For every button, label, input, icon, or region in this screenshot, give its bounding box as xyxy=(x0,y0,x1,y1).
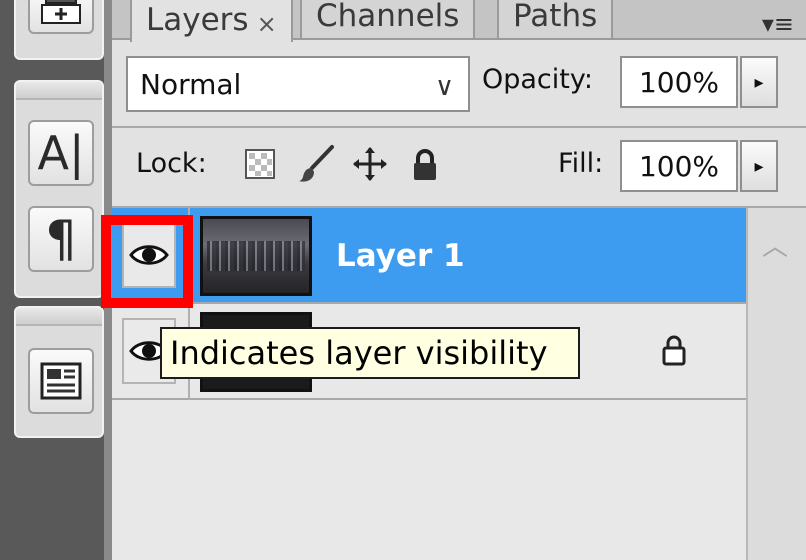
lock-transparent-pixels-icon[interactable] xyxy=(242,146,278,182)
layers-list: Layer 1 xyxy=(112,208,746,560)
tool-strip: A| ¶ xyxy=(0,0,112,560)
layer-thumbnail[interactable] xyxy=(200,216,312,296)
tooltip: Indicates layer visibility xyxy=(160,327,580,379)
tool-group-grip[interactable] xyxy=(16,82,102,100)
tab-channels[interactable]: Channels xyxy=(300,0,476,38)
layer-name[interactable]: Layer 1 xyxy=(336,238,465,274)
layers-panel: Layers × Channels Paths ▾≡ Normal ∨ Opac… xyxy=(112,0,806,560)
paragraph-panel-button[interactable]: ¶ xyxy=(28,206,94,272)
highlight-annotation-box xyxy=(101,215,193,308)
lock-position-move-icon[interactable] xyxy=(350,144,390,184)
opacity-field[interactable]: 100% xyxy=(620,56,738,108)
fill-stepper-button[interactable]: ▸ xyxy=(740,140,778,192)
blend-mode-value: Normal xyxy=(140,67,242,101)
lock-image-pixels-brush-icon[interactable] xyxy=(294,142,338,186)
layer-locked-icon xyxy=(660,334,688,370)
fill-label: Fill: xyxy=(558,148,604,179)
tab-channels-label: Channels xyxy=(316,0,460,34)
panel-menu-icon[interactable]: ▾≡ xyxy=(762,10,794,38)
opacity-stepper-button[interactable]: ▸ xyxy=(740,56,778,108)
panel-tab-bar: Layers × Channels Paths ▾≡ xyxy=(112,0,806,42)
divider xyxy=(112,126,806,128)
character-panel-button[interactable]: A| xyxy=(28,120,94,186)
lock-label: Lock: xyxy=(136,148,207,179)
tab-layers-label: Layers xyxy=(146,2,249,38)
tooltip-text: Indicates layer visibility xyxy=(170,334,548,372)
scroll-up-icon[interactable]: ︿ xyxy=(762,226,788,263)
tool-group-bottom xyxy=(14,306,104,438)
fill-field[interactable]: 100% xyxy=(620,140,738,192)
tab-paths-label: Paths xyxy=(513,0,598,34)
layers-scrollbar[interactable]: ︿ xyxy=(746,208,806,560)
chevron-down-icon: ∨ xyxy=(434,72,454,102)
tab-layers[interactable]: Layers × xyxy=(130,0,293,42)
layer-row[interactable]: Layer 1 xyxy=(112,208,746,304)
opacity-label: Opacity: xyxy=(482,64,593,95)
lock-all-icon[interactable] xyxy=(408,146,442,184)
paragraph-icon: ¶ xyxy=(45,210,77,268)
tool-group-grip-2[interactable] xyxy=(16,308,102,326)
character-icon: A| xyxy=(37,126,85,180)
tab-paths[interactable]: Paths xyxy=(497,0,614,38)
layer-comps-icon xyxy=(40,362,82,400)
stack-tool-button[interactable] xyxy=(28,0,94,34)
layer-comps-button[interactable] xyxy=(28,348,94,414)
tool-group-text: A| ¶ xyxy=(14,80,104,298)
stack-icon xyxy=(41,0,81,24)
blend-mode-select[interactable]: Normal ∨ xyxy=(126,56,470,112)
tab-close-icon[interactable]: × xyxy=(257,10,277,38)
tool-group-top xyxy=(14,0,104,60)
